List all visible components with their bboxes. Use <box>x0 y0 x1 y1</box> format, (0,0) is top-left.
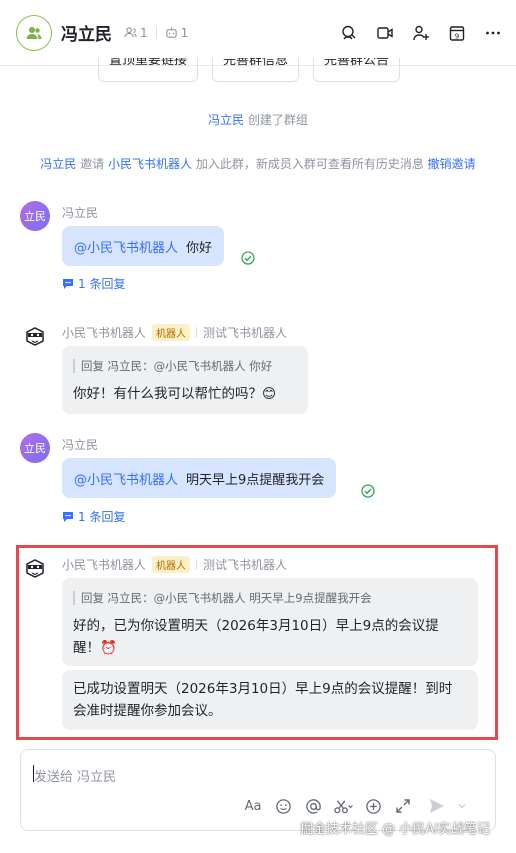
message-text: 你好 <box>186 240 213 256</box>
quoted-reply[interactable]: 回复 冯立民：@小民飞书机器人 你好 <box>73 359 272 373</box>
revoke-invite-link[interactable]: 撤销邀请 <box>428 157 476 171</box>
plus-circle-icon <box>365 798 381 814</box>
at-sign-icon <box>305 798 321 814</box>
thread-reply-link[interactable]: 1 条回复 <box>62 508 125 525</box>
system-created-message: 冯立民 创建了群组 <box>0 111 516 128</box>
calendar-button[interactable]: 9 <box>446 22 468 44</box>
pin-links-button[interactable]: 置顶重要链接 <box>98 58 199 82</box>
more-button[interactable] <box>482 22 504 44</box>
add-member-button[interactable] <box>410 22 432 44</box>
group-notice-button[interactable]: 完善群公告 <box>313 58 401 82</box>
members-icon <box>124 27 137 38</box>
send-button[interactable] <box>427 796 447 816</box>
invitee-link[interactable]: 小民飞书机器人 <box>108 157 192 171</box>
more-dots-icon <box>486 31 500 35</box>
meeting-button[interactable] <box>338 22 360 44</box>
message-input-placeholder[interactable]: 发送给 冯立民 <box>34 766 116 785</box>
message-bubble[interactable]: @小民飞书机器人 你好 <box>62 226 225 266</box>
invite-text: 加入此群，新成员入群可查看所有历史消息 <box>195 157 424 171</box>
bot-count[interactable]: 1 <box>181 26 189 40</box>
screenshot-button[interactable] <box>333 796 353 816</box>
thread-reply-link[interactable]: 1 条回复 <box>62 275 125 292</box>
name-divider <box>196 327 198 338</box>
robot-face-icon <box>26 327 44 346</box>
scissors-icon <box>334 799 353 813</box>
video-call-button[interactable] <box>374 22 396 44</box>
input-toolbar: Aa <box>243 796 467 816</box>
system-invite-message: 冯立民 邀请 小民飞书机器人 加入此群，新成员入群可查看所有历史消息 撤销邀请 <box>0 155 516 172</box>
member-count[interactable]: 1 <box>140 26 148 40</box>
reply-bubble-icon <box>63 511 73 522</box>
read-check-icon <box>241 251 255 265</box>
sender-name[interactable]: 冯立民 <box>62 204 98 221</box>
creator-link[interactable]: 冯立民 <box>208 113 244 127</box>
message-bubble[interactable]: @小民飞书机器人 明天早上9点提醒我开会 <box>62 458 337 498</box>
inviter-link[interactable]: 冯立民 <box>40 157 76 171</box>
highlight-box <box>16 545 498 740</box>
svg-text:9: 9 <box>455 32 459 40</box>
mention-link[interactable]: @小民飞书机器人 <box>74 237 178 256</box>
chat-header: 冯立民 1 1 9 <box>0 0 516 66</box>
sender-name[interactable]: 小民飞书机器人 <box>62 324 146 341</box>
chat-search-icon <box>342 25 356 40</box>
chevron-down-icon <box>458 804 466 809</box>
bot-group-label: 测试飞书机器人 <box>203 326 288 340</box>
message-text: 明天早上9点提醒我开会 <box>186 472 325 488</box>
bot-tag: 机器人 <box>152 324 191 341</box>
mention-link[interactable]: @小民飞书机器人 <box>74 469 178 488</box>
invite-verb: 邀请 <box>80 157 105 171</box>
created-text: 创建了群组 <box>247 113 308 127</box>
group-icon <box>26 26 42 39</box>
bot-avatar[interactable] <box>20 321 50 351</box>
send-options-button[interactable] <box>457 796 467 816</box>
font-format-icon: Aa <box>244 798 262 814</box>
header-toolbar: 9 <box>338 22 504 44</box>
read-check-icon <box>361 484 375 498</box>
video-camera-icon <box>377 27 393 39</box>
sender-name-row: 小民飞书机器人 机器人 测试飞书机器人 <box>62 324 287 341</box>
watermark: 掘金技术社区 @ 小民AI实战笔记 <box>300 822 490 837</box>
avatar[interactable]: 立民 <box>20 433 50 463</box>
group-setup-buttons: 置顶重要链接 完善群信息 完善群公告 <box>98 58 401 82</box>
message-text: 你好！有什么我可以帮忙的吗？😊 <box>73 386 277 402</box>
emoji-icon <box>275 798 291 814</box>
chat-title[interactable]: 冯立民 <box>61 20 112 45</box>
group-info-button[interactable]: 完善群信息 <box>212 58 300 82</box>
calendar-icon: 9 <box>449 26 465 41</box>
add-user-icon <box>413 25 429 41</box>
avatar[interactable]: 立民 <box>20 201 50 231</box>
send-icon <box>430 799 444 813</box>
group-avatar[interactable] <box>16 14 52 51</box>
reply-bubble-icon <box>63 278 73 289</box>
expand-editor-button[interactable] <box>393 796 413 816</box>
expand-arrows-icon <box>396 799 410 813</box>
message-bubble[interactable]: 回复 冯立民：@小民飞书机器人 你好 你好！有什么我可以帮忙的吗？😊 <box>62 346 308 414</box>
mention-button[interactable] <box>303 796 323 816</box>
emoji-button[interactable] <box>273 796 293 816</box>
meta-divider <box>155 26 157 39</box>
font-format-button[interactable]: Aa <box>243 796 263 816</box>
chat-meta: 1 1 <box>124 26 188 40</box>
sender-name[interactable]: 冯立民 <box>62 436 98 453</box>
bot-icon <box>165 27 177 38</box>
add-attachment-button[interactable] <box>363 796 383 816</box>
